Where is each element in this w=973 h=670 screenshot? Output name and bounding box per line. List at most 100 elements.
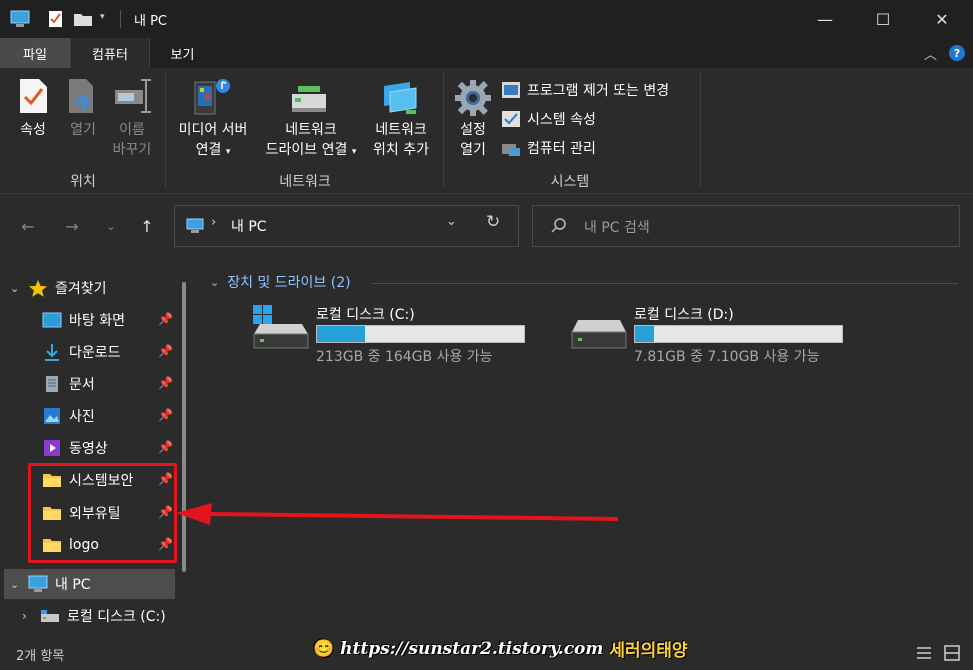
computer-icon xyxy=(186,218,204,233)
watermark-emoji-icon: 😊 xyxy=(313,638,335,659)
new-folder-icon[interactable] xyxy=(73,10,93,28)
help-icon[interactable]: ? xyxy=(948,44,966,62)
collapse-chevron-icon[interactable]: › xyxy=(22,609,40,623)
tab-computer[interactable]: 컴퓨터 xyxy=(70,38,150,68)
computer-management-button[interactable]: 컴퓨터 관리 xyxy=(501,138,596,158)
desktop-icon xyxy=(42,311,62,329)
map-dropdown-icon: ▾ xyxy=(351,147,357,157)
open-button[interactable]: 열기 xyxy=(58,120,108,140)
back-button[interactable]: ← xyxy=(14,212,42,240)
breadcrumb-chevron-icon[interactable]: › xyxy=(211,215,216,230)
sidebar-item-desktop[interactable]: 바탕 화면 xyxy=(42,305,125,335)
properties-large-icon[interactable] xyxy=(17,78,49,114)
tab-file[interactable]: 파일 xyxy=(0,38,70,68)
watermark: 😊 https://sunstar2.tistory.com 세러의태양 xyxy=(313,636,688,662)
map-label-text: 드라이브 연결 xyxy=(265,142,348,158)
address-path[interactable]: 내 PC xyxy=(231,216,267,236)
sidebar-item-downloads[interactable]: 다운로드 xyxy=(42,337,121,367)
status-item-count: 2개 항목 xyxy=(16,649,65,664)
video-icon xyxy=(42,439,62,457)
map-network-drive-icon[interactable] xyxy=(288,84,330,114)
document-icon xyxy=(42,375,62,393)
up-button[interactable]: ↑ xyxy=(133,212,161,240)
svg-text:?: ? xyxy=(954,47,960,60)
add-label-line2: 위치 추가 xyxy=(373,142,429,158)
system-properties-icon xyxy=(502,111,520,127)
address-dropdown-icon[interactable]: ⌄ xyxy=(446,214,457,229)
quick-access-dropdown-icon[interactable]: ▾ xyxy=(100,12,105,22)
watermark-name: 세러의태양 xyxy=(609,641,688,661)
group-collapse-icon[interactable]: ⌄ xyxy=(210,276,219,289)
drive-name: 로컬 디스크 (C:) xyxy=(316,307,415,323)
add-network-location-button[interactable]: 네트워크 위치 추가 xyxy=(365,120,437,160)
settings-gear-icon[interactable] xyxy=(452,78,494,118)
pin-icon: 📌 xyxy=(158,408,173,422)
tab-view[interactable]: 보기 xyxy=(150,38,215,68)
drive-free-space: 7.81GB 중 7.10GB 사용 가능 xyxy=(634,349,820,365)
drive-free-space: 213GB 중 164GB 사용 가능 xyxy=(316,349,493,365)
pin-icon: 📌 xyxy=(158,440,173,454)
media-label-line2: 연결 ▾ xyxy=(168,140,258,162)
map-label-line1: 네트워크 xyxy=(285,122,337,138)
ribbon-group-divider xyxy=(165,74,166,188)
sidebar-item-pictures[interactable]: 사진 xyxy=(42,401,95,431)
sidebar-item-quick-access[interactable]: ⌄ 즐겨찾기 xyxy=(10,273,107,303)
map-label-line2: 드라이브 연결 ▾ xyxy=(256,140,366,162)
details-view-icon[interactable] xyxy=(916,646,932,660)
annotation-arrow xyxy=(176,503,619,525)
ribbon-group-divider-3 xyxy=(700,74,701,188)
computer-management-label: 컴퓨터 관리 xyxy=(527,141,596,157)
media-server-icon[interactable] xyxy=(191,76,233,116)
collapse-ribbon-icon[interactable]: ︿ xyxy=(924,44,937,63)
star-icon xyxy=(28,279,48,297)
drive-icon xyxy=(40,607,60,625)
rename-button[interactable]: 이름 바꾸기 xyxy=(104,120,160,160)
sidebar-item-videos[interactable]: 동영상 xyxy=(42,433,108,463)
drive-usage-fill xyxy=(317,326,365,342)
sidebar-item-label: 동영상 xyxy=(69,441,108,457)
pin-icon: 📌 xyxy=(158,344,173,358)
large-icons-view-icon[interactable] xyxy=(944,645,960,661)
download-icon xyxy=(42,343,62,361)
system-properties-label: 시스템 속성 xyxy=(527,112,596,128)
drive-name: 로컬 디스크 (D:) xyxy=(634,307,734,323)
watermark-url: https://sunstar2.tistory.com xyxy=(340,638,604,659)
open-settings-button[interactable]: 설정 열기 xyxy=(448,120,498,160)
properties-button[interactable]: 속성 xyxy=(8,120,58,140)
windows-drive-icon xyxy=(253,305,309,349)
settings-label-line1: 설정 xyxy=(460,122,486,138)
group-header[interactable]: ⌄ 장치 및 드라이브 (2) xyxy=(210,272,351,292)
minimize-button[interactable]: — xyxy=(796,0,854,38)
uninstall-label: 프로그램 제거 또는 변경 xyxy=(527,83,670,99)
local-disk-label: 로컬 디스크 (C:) xyxy=(67,609,166,625)
sidebar-item-this-pc[interactable]: ⌄ 내 PC xyxy=(10,569,91,599)
this-pc-label: 내 PC xyxy=(55,577,91,593)
expand-chevron-icon[interactable]: ⌄ xyxy=(10,578,28,591)
sidebar-item-label: 문서 xyxy=(69,377,95,393)
location-group-label: 위치 xyxy=(70,174,96,190)
forward-button[interactable]: → xyxy=(58,212,86,240)
map-network-drive-button[interactable]: 네트워크 드라이브 연결 ▾ xyxy=(256,120,366,162)
expand-chevron-icon[interactable]: ⌄ xyxy=(10,282,28,295)
uninstall-program-button[interactable]: 프로그램 제거 또는 변경 xyxy=(501,80,669,100)
refresh-icon[interactable]: ↻ xyxy=(486,212,500,232)
pin-icon: 📌 xyxy=(158,376,173,390)
maximize-button[interactable]: ☐ xyxy=(854,0,912,38)
sidebar-item-documents[interactable]: 문서 xyxy=(42,369,95,399)
settings-label-line2: 열기 xyxy=(460,142,486,158)
group-divider xyxy=(372,283,958,284)
drive-usage-bar xyxy=(634,325,843,343)
system-properties-button[interactable]: 시스템 속성 xyxy=(501,109,596,129)
media-server-button[interactable]: 미디어 서버 연결 ▾ xyxy=(168,120,258,162)
properties-icon[interactable] xyxy=(47,10,65,28)
computer-icon xyxy=(28,575,48,593)
drive-usage-bar xyxy=(316,325,525,343)
address-bar[interactable] xyxy=(174,205,519,247)
window-title: 내 PC xyxy=(134,14,168,29)
sidebar-item-local-disk-c[interactable]: › 로컬 디스크 (C:) xyxy=(22,601,166,631)
close-button[interactable]: ✕ xyxy=(913,0,971,38)
recent-locations-dropdown[interactable]: ⌄ xyxy=(97,212,125,240)
rename-label-line1: 이름 xyxy=(119,122,145,138)
add-network-location-icon[interactable] xyxy=(380,80,422,116)
add-label-line1: 네트워크 xyxy=(375,122,427,138)
